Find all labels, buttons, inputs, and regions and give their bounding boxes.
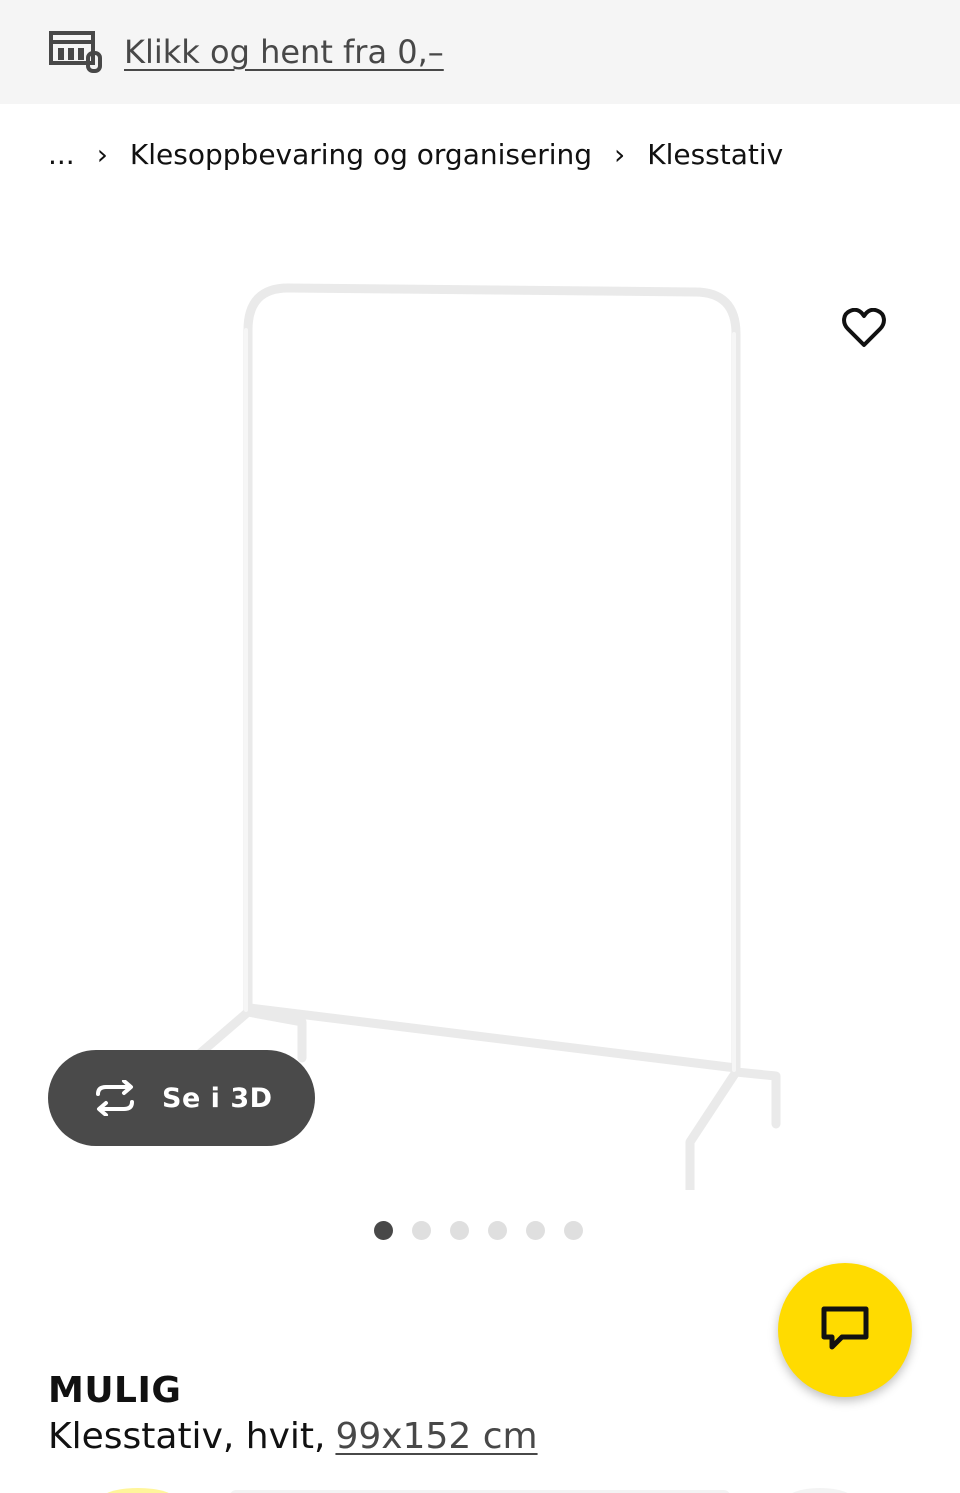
product-size-link[interactable]: 99x152 cm bbox=[335, 1416, 537, 1457]
breadcrumb-item-clothes-storage[interactable]: Klesoppbevaring og organisering bbox=[130, 138, 592, 171]
carousel-dot[interactable] bbox=[526, 1221, 545, 1240]
carousel-dot[interactable] bbox=[564, 1221, 583, 1240]
carousel-dot[interactable] bbox=[450, 1221, 469, 1240]
chat-icon bbox=[820, 1305, 870, 1355]
promo-bar: Klikk og hent fra 0,– bbox=[0, 0, 960, 104]
rotate-icon bbox=[90, 1079, 140, 1117]
carousel-dots bbox=[374, 1221, 583, 1240]
view-3d-button[interactable]: Se i 3D bbox=[48, 1050, 315, 1146]
bottom-peek-row bbox=[0, 1482, 960, 1493]
breadcrumb: ... › Klesoppbevaring og organisering › … bbox=[48, 134, 783, 174]
product-name: MULIG bbox=[48, 1370, 182, 1411]
product-image bbox=[185, 283, 781, 1190]
click-and-collect-link[interactable]: Klikk og hent fra 0,– bbox=[124, 33, 444, 71]
chat-button[interactable] bbox=[778, 1263, 912, 1397]
breadcrumb-separator: › bbox=[614, 137, 626, 171]
view-3d-label: Se i 3D bbox=[162, 1082, 273, 1114]
breadcrumb-item-clothes-rack[interactable]: Klesstativ bbox=[647, 138, 783, 171]
store-pickup-icon bbox=[48, 29, 104, 75]
carousel-dot-active[interactable] bbox=[374, 1221, 393, 1240]
breadcrumb-ellipsis[interactable]: ... bbox=[48, 138, 75, 171]
heart-icon bbox=[842, 307, 886, 352]
carousel-dot[interactable] bbox=[488, 1221, 507, 1240]
product-description: Klesstativ, hvit, 99x152 cm bbox=[48, 1416, 538, 1457]
favorite-button[interactable] bbox=[832, 300, 896, 360]
product-type-text: Klesstativ, hvit, bbox=[48, 1416, 326, 1457]
breadcrumb-separator: › bbox=[96, 137, 108, 171]
carousel-dot[interactable] bbox=[412, 1221, 431, 1240]
